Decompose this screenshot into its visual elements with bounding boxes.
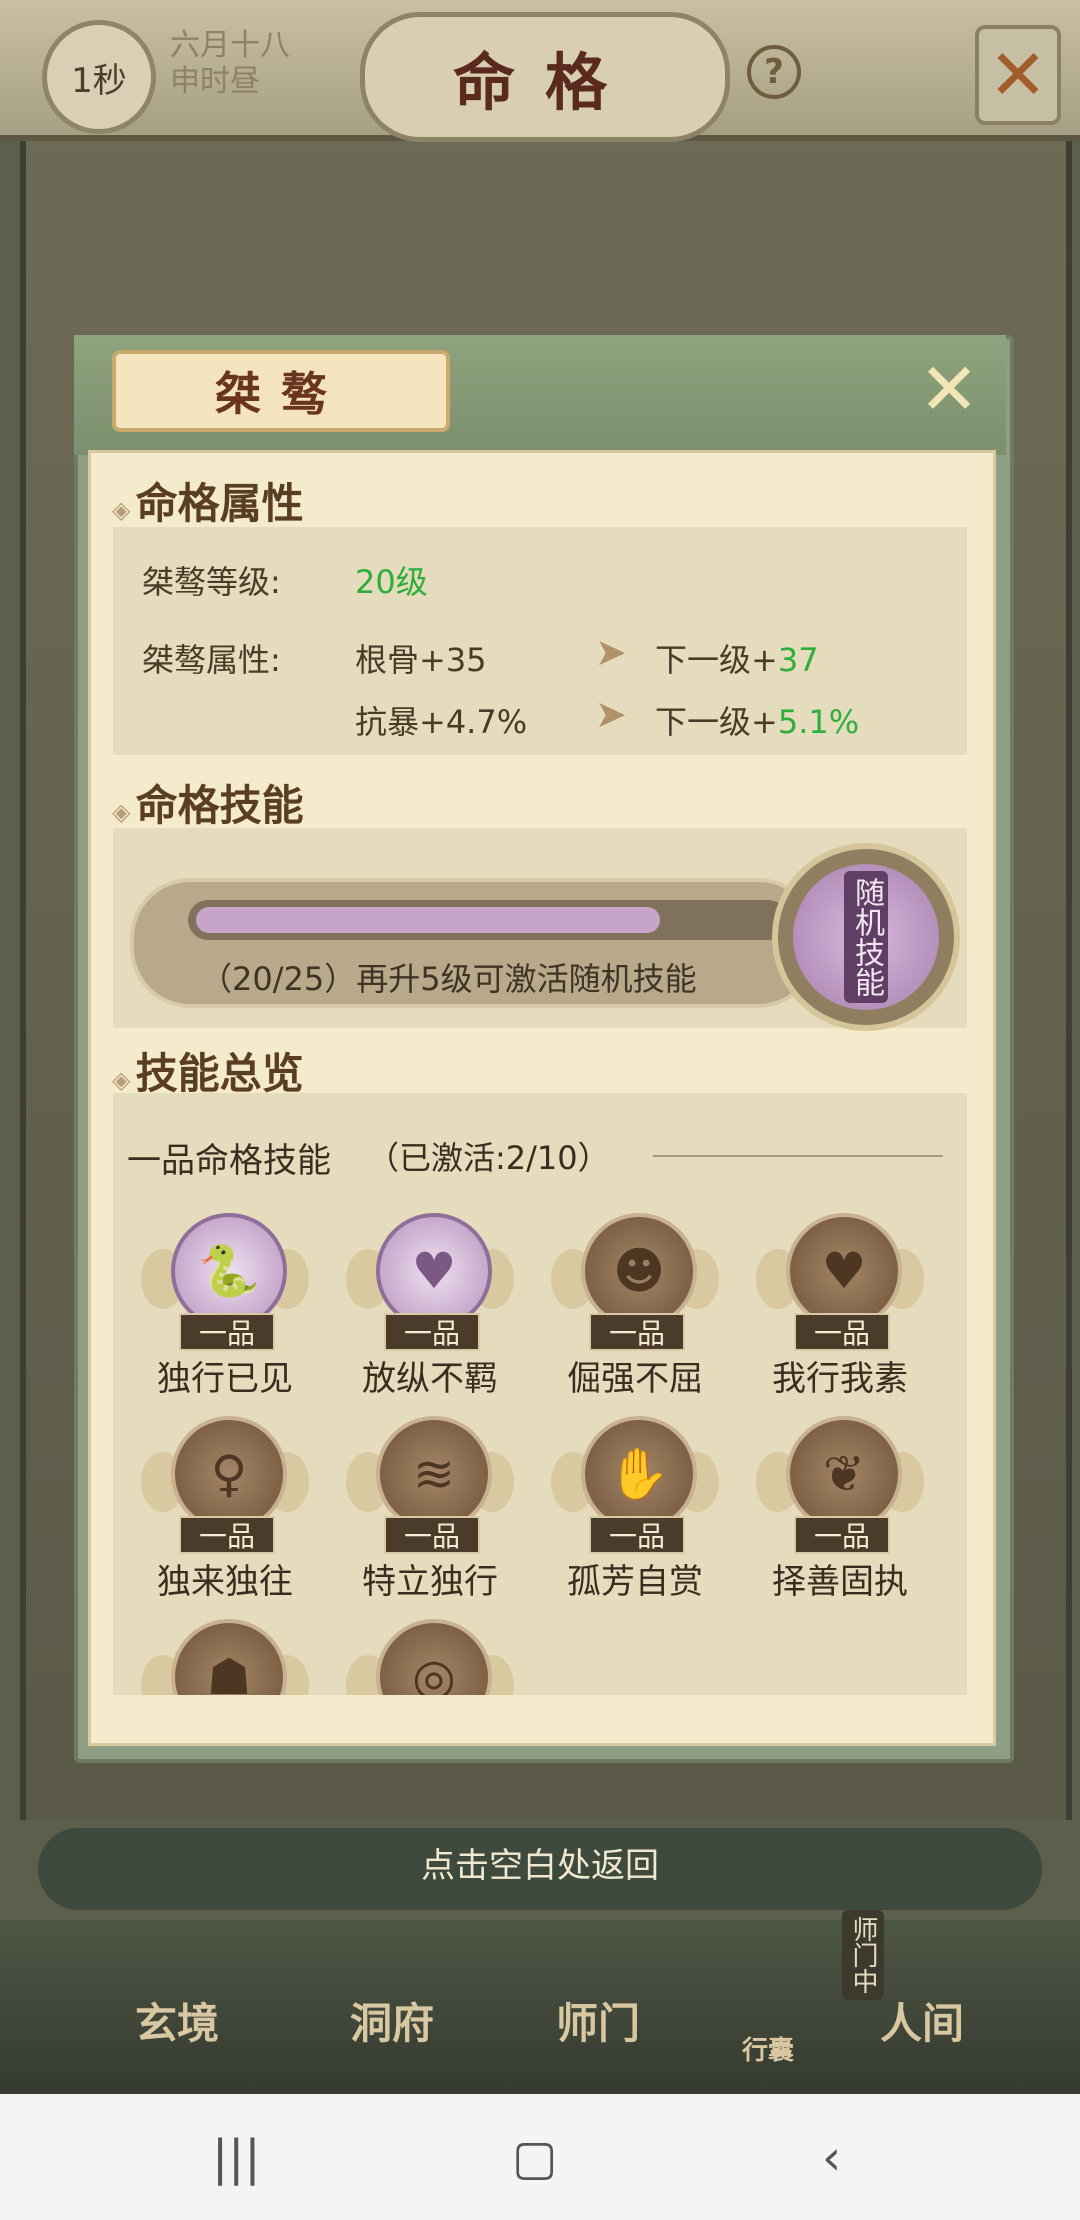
skill-name: 择善固执 <box>772 1562 908 1602</box>
tier-badge: 一品 <box>589 1313 685 1351</box>
diamond-icon: ◈ <box>112 798 131 826</box>
random-skill-button[interactable]: 随机技能 <box>772 843 960 1031</box>
skill-item[interactable]: ✋ 一品 孤芳自赏 <box>545 1416 725 1616</box>
skill-group-title: 一品命格技能 <box>127 1141 331 1181</box>
skill-name: 孤芳自赏 <box>567 1562 703 1602</box>
divider <box>653 1155 943 1157</box>
skill-item[interactable]: 🐍 一品 独行已见 <box>135 1213 315 1413</box>
skill-item[interactable]: ♀ 一品 独来独往 <box>135 1416 315 1616</box>
modal-close-button[interactable]: ✕ <box>912 347 986 431</box>
bear-icon: ☗ <box>171 1619 287 1695</box>
return-hint-text: 点击空白处返回 <box>421 1846 659 1886</box>
random-skill-label: 随机技能 <box>844 871 888 1003</box>
tier-badge: 一品 <box>384 1516 480 1554</box>
skill-group-status: （已激活:2/10） <box>367 1139 610 1177</box>
page-title: 命格 <box>360 12 730 142</box>
top-close-button[interactable]: ✕ <box>975 25 1061 125</box>
arrow-icon: ➤ <box>595 692 627 736</box>
back-button[interactable]: ‹ <box>822 2130 841 2186</box>
skills-grid[interactable]: 一品命格技能 （已激活:2/10） 🐍 一品 独行已见 ♥ 一品 放纵不羁 ☻ 一品 倔强不屈 ♥… <box>113 1093 967 1695</box>
overview-section-title: 技能总览 <box>135 1049 304 1098</box>
random-skill-icon: 随机技能 <box>793 864 939 1010</box>
diamond-icon: ◈ <box>112 496 131 524</box>
tier-badge: 一品 <box>589 1516 685 1554</box>
skill-name: 倔强不屈 <box>567 1359 703 1399</box>
level-value: 20级 <box>355 563 428 601</box>
close-icon: ✕ <box>988 34 1048 116</box>
attr-next-value-2: 5.1% <box>777 703 860 741</box>
date-line-1: 六月十八 <box>170 28 290 63</box>
skill-item[interactable]: ❦ 一品 择善固执 <box>750 1416 930 1616</box>
tier-badge: 一品 <box>794 1313 890 1351</box>
skill-item[interactable]: ♥ 一品 放纵不羁 <box>340 1213 520 1413</box>
overview-section-header: ◈ 技能总览 <box>112 1040 304 1101</box>
date-line-2: 申时昼 <box>170 64 260 99</box>
attributes-section-title: 命格属性 <box>135 479 304 528</box>
progress-fill <box>196 907 660 933</box>
skill-section-header: ◈ 命格技能 <box>112 772 304 833</box>
progress-text: （20/25）再升5级可激活随机技能 <box>200 960 697 998</box>
nav-xuanjing[interactable]: 玄境 <box>135 1990 219 2051</box>
diamond-icon: ◈ <box>112 1066 131 1094</box>
nav-renjian[interactable]: 人间 <box>880 1990 964 2051</box>
skill-item[interactable]: ◎一品 <box>340 1619 520 1695</box>
swirl-icon: ◎ <box>376 1619 492 1695</box>
skill-name: 特立独行 <box>362 1562 498 1602</box>
skill-name: 放纵不羁 <box>362 1359 498 1399</box>
recent-apps-button[interactable]: ||| <box>212 2130 261 2186</box>
skill-item[interactable]: ☗一品 <box>135 1619 315 1695</box>
attr-next-1: 下一级+37 <box>655 641 819 679</box>
close-icon: ✕ <box>918 347 980 431</box>
tier-badge: 一品 <box>179 1516 275 1554</box>
skill-section-title: 命格技能 <box>135 781 304 830</box>
tier-badge: 一品 <box>794 1516 890 1554</box>
game-date: 六月十八 申时昼 <box>170 28 290 100</box>
shimen-zhong-badge: 师门中 <box>842 1910 884 2000</box>
home-button[interactable]: ▢ <box>512 2130 557 2186</box>
attr-stat-2: 抗暴+4.7% <box>355 703 528 741</box>
skill-name: 我行我素 <box>772 1359 908 1399</box>
time-indicator: 1秒 <box>42 20 156 134</box>
attr-stat-1: 根骨+35 <box>355 641 487 679</box>
attr-next-2: 下一级+5.1% <box>655 703 860 741</box>
attributes-section-header: ◈ 命格属性 <box>112 470 304 531</box>
tier-badge: 一品 <box>384 1313 480 1351</box>
skill-name: 独来独往 <box>157 1562 293 1602</box>
skill-item[interactable]: ♥ 一品 我行我素 <box>750 1213 930 1413</box>
modal-title: 桀骜 <box>112 350 450 432</box>
nav-xingnang[interactable]: 行囊 <box>742 2030 794 2067</box>
help-button[interactable]: ? <box>747 45 801 99</box>
attr-next-value-1: 37 <box>777 641 819 679</box>
nav-shimen[interactable]: 师门 <box>556 1990 640 2051</box>
level-label: 桀骜等级: <box>142 563 281 601</box>
nav-dongfu[interactable]: 洞府 <box>350 1990 434 2051</box>
tier-badge: 一品 <box>179 1313 275 1351</box>
arrow-icon: ➤ <box>595 630 627 674</box>
skill-item[interactable]: ☻ 一品 倔强不屈 <box>545 1213 725 1413</box>
skill-item[interactable]: ≋ 一品 特立独行 <box>340 1416 520 1616</box>
skill-name: 独行已见 <box>157 1359 293 1399</box>
attr-label: 桀骜属性: <box>142 641 281 679</box>
